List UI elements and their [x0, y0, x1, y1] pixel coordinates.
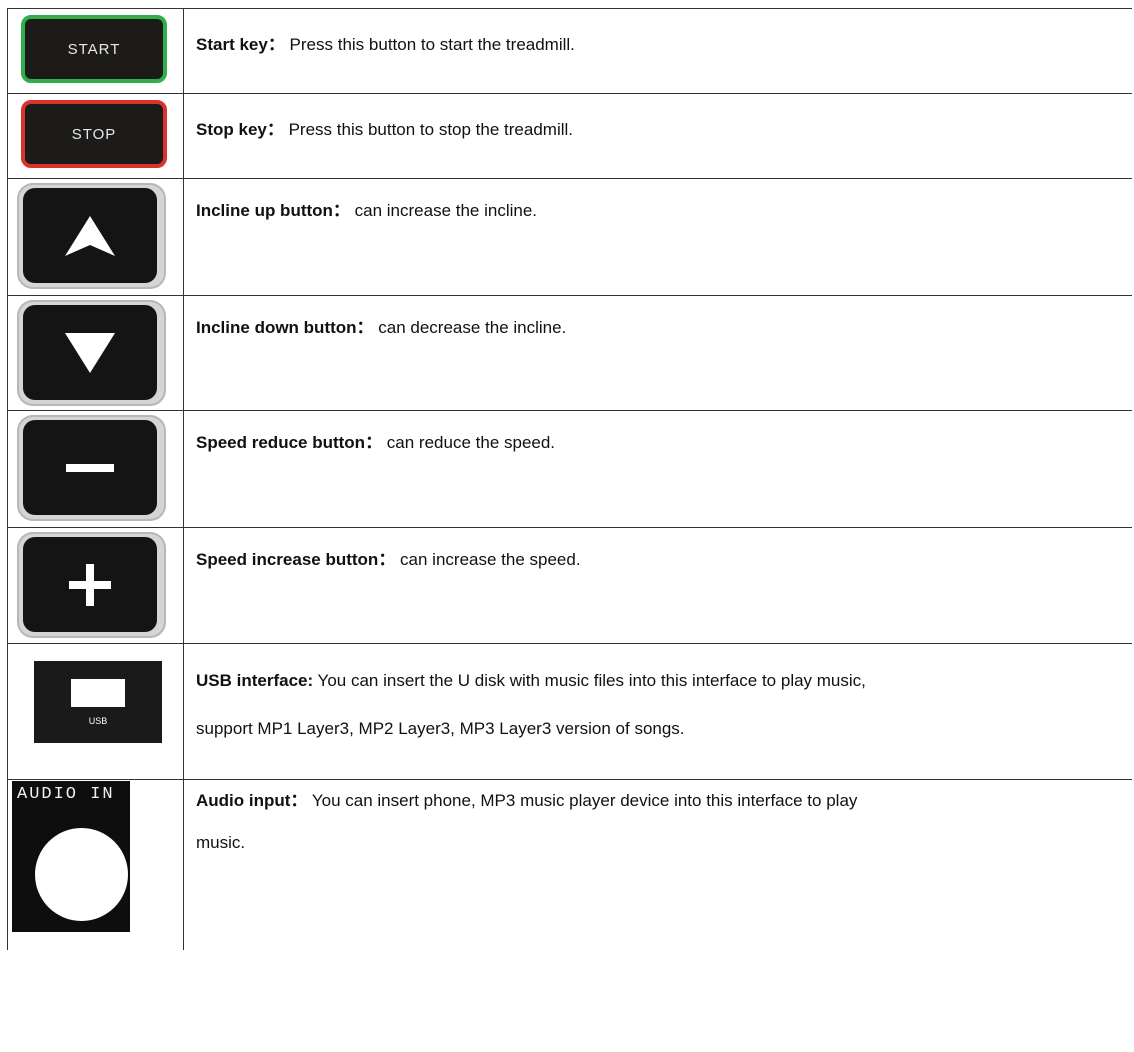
plus-icon — [69, 563, 111, 606]
minus-icon — [66, 463, 114, 472]
table-row-start: START Start key： Press this button to st… — [7, 9, 1132, 94]
incline-up-button-image — [17, 183, 166, 289]
incline-down-image-cell — [7, 296, 184, 410]
incline-down-description: Incline down button： can decrease the in… — [184, 296, 1132, 410]
up-arrow-icon — [65, 215, 115, 256]
start-key-icon: START — [21, 15, 167, 83]
incline-up-title: Incline up button： — [196, 201, 350, 220]
table-row-usb: USB USB interface: You can insert the U … — [7, 644, 1132, 780]
stop-key-text: Press this button to stop the treadmill. — [283, 120, 574, 139]
usb-title: USB interface: — [196, 671, 314, 690]
audio-image-cell: AUDIO IN — [7, 780, 184, 950]
audio-text-line2: music. — [196, 833, 246, 852]
speed-reduce-title: Speed reduce button： — [196, 433, 383, 452]
usb-label: USB — [88, 716, 108, 726]
incline-up-description: Incline up button： can increase the incl… — [184, 179, 1132, 295]
usb-port-icon: USB — [34, 661, 162, 743]
start-key-image-cell: START — [7, 9, 184, 93]
audio-in-jack-icon: AUDIO IN — [12, 781, 130, 932]
start-key-label: START — [67, 40, 121, 58]
controls-table: START Start key： Press this button to st… — [7, 8, 1132, 950]
incline-up-image-cell — [7, 179, 184, 295]
table-row-audio: AUDIO IN Audio input： You can insert pho… — [7, 780, 1132, 950]
audio-description: Audio input： You can insert phone, MP3 m… — [184, 780, 1132, 950]
usb-text-line2: support MP1 Layer3, MP2 Layer3, MP3 Laye… — [196, 719, 685, 738]
speed-increase-text: can increase the speed. — [395, 550, 581, 569]
start-key-text: Press this button to start the treadmill… — [284, 35, 575, 54]
audio-title: Audio input： — [196, 791, 308, 810]
speed-increase-image-cell — [7, 528, 184, 643]
stop-key-icon: STOP — [21, 100, 167, 168]
stop-key-label: STOP — [71, 125, 117, 143]
usb-image-cell: USB — [7, 644, 184, 779]
speed-reduce-button-image — [17, 415, 166, 521]
speed-increase-button-image — [17, 532, 166, 638]
usb-description: USB interface: You can insert the U disk… — [184, 644, 1132, 779]
incline-down-text: can decrease the incline. — [373, 318, 567, 337]
table-row-incline-up: Incline up button： can increase the incl… — [7, 179, 1132, 296]
down-arrow-icon — [65, 332, 115, 373]
speed-increase-description: Speed increase button： can increase the … — [184, 528, 1132, 643]
usb-slot — [71, 679, 125, 707]
incline-up-text: can increase the incline. — [349, 201, 538, 220]
table-row-speed-increase: Speed increase button： can increase the … — [7, 528, 1132, 644]
start-key-title: Start key： — [196, 35, 285, 54]
audio-text: You can insert phone, MP3 music player d… — [307, 791, 858, 810]
speed-reduce-image-cell — [7, 411, 184, 527]
table-row-stop: STOP Stop key： Press this button to stop… — [7, 94, 1132, 179]
stop-key-title: Stop key： — [196, 120, 284, 139]
start-key-description: Start key： Press this button to start th… — [184, 9, 1132, 93]
incline-down-button-image — [17, 300, 166, 406]
speed-reduce-text: can reduce the speed. — [382, 433, 556, 452]
usb-text: You can insert the U disk with music fil… — [313, 671, 866, 690]
speed-reduce-description: Speed reduce button： can reduce the spee… — [184, 411, 1132, 527]
stop-key-image-cell: STOP — [7, 94, 184, 178]
table-row-incline-down: Incline down button： can decrease the in… — [7, 296, 1132, 411]
table-row-speed-reduce: Speed reduce button： can reduce the spee… — [7, 411, 1132, 528]
audio-jack-circle — [35, 828, 128, 921]
stop-key-description: Stop key： Press this button to stop the … — [184, 94, 1132, 178]
incline-down-title: Incline down button： — [196, 318, 374, 337]
speed-increase-title: Speed increase button： — [196, 550, 396, 569]
audio-in-label: AUDIO IN — [17, 785, 115, 804]
